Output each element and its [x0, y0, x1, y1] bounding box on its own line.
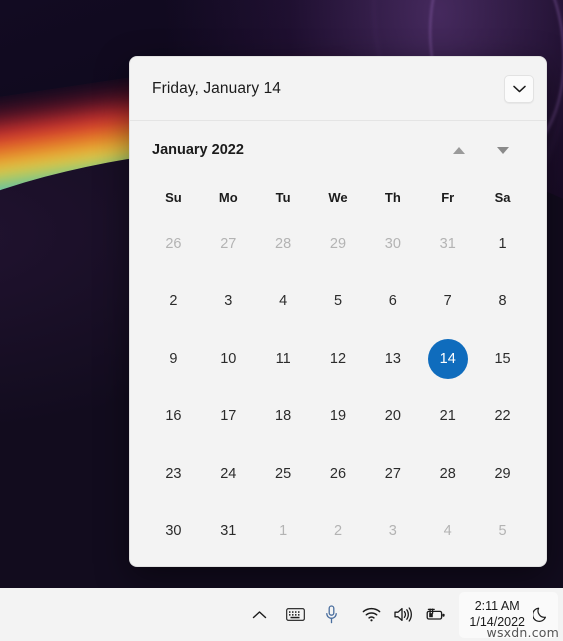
calendar-day[interactable]: 19 — [318, 396, 358, 436]
calendar-day[interactable]: 5 — [483, 511, 523, 551]
calendar-day[interactable]: 16 — [153, 396, 193, 436]
calendar-day[interactable]: 30 — [373, 224, 413, 264]
month-year-label[interactable]: January 2022 — [152, 142, 244, 158]
calendar-day-today[interactable]: 14 — [427, 338, 468, 379]
calendar-week-row: 2345678 — [146, 273, 530, 331]
calendar-day[interactable]: 5 — [318, 281, 358, 321]
expand-collapse-button[interactable] — [504, 74, 534, 103]
triangle-down-icon — [497, 146, 509, 154]
taskbar: 2:11 AM 1/14/2022 — [0, 588, 563, 641]
calendar-day[interactable]: 31 — [208, 511, 248, 551]
calendar-day[interactable]: 27 — [373, 454, 413, 494]
weekday-header-we: We — [328, 189, 348, 205]
previous-month-button[interactable] — [446, 137, 472, 163]
calendar-day[interactable]: 28 — [428, 454, 468, 494]
calendar-week-row: 30 31 1 2 3 4 5 — [146, 503, 530, 561]
microphone-icon — [325, 605, 338, 624]
weekday-header-fr: Fr — [441, 189, 455, 205]
chevron-up-icon — [252, 610, 267, 620]
network-button[interactable] — [355, 595, 387, 635]
calendar-day[interactable]: 1 — [483, 224, 523, 264]
keyboard-icon — [286, 608, 305, 621]
weekday-header-tu: Tu — [275, 189, 291, 205]
weekday-header-mo: Mo — [218, 189, 238, 205]
calendar-day[interactable]: 17 — [208, 396, 248, 436]
calendar-day[interactable]: 21 — [428, 396, 468, 436]
calendar-day[interactable]: 23 — [153, 454, 193, 494]
calendar-day[interactable]: 12 — [318, 339, 358, 379]
weekday-header-th: Th — [384, 189, 401, 205]
next-month-button[interactable] — [490, 137, 516, 163]
calendar-day[interactable]: 6 — [373, 281, 413, 321]
speaker-icon — [394, 607, 413, 622]
touch-keyboard-button[interactable] — [279, 595, 311, 635]
calendar-grid: 26 27 28 29 30 31 1 2 3 4 5 6 7 8 9 10 11 12 13 14 15 16 17 18 1… — [146, 215, 530, 560]
crescent-moon-icon[interactable] — [533, 606, 550, 623]
triangle-up-icon — [453, 146, 465, 154]
calendar-week-row: 26 27 28 29 30 31 1 — [146, 215, 530, 273]
battery-charging-icon — [424, 607, 447, 623]
current-date-label: Friday, January 14 — [152, 79, 282, 97]
clock-time: 2:11 AM — [474, 598, 520, 613]
calendar-day[interactable]: 7 — [428, 281, 468, 321]
calendar-day[interactable]: 31 — [428, 224, 468, 264]
calendar-flyout: Friday, January 14 January 2022 Su Mo Tu… — [129, 56, 547, 567]
calendar-day[interactable]: 26 — [153, 224, 193, 264]
calendar-day[interactable]: 10 — [208, 339, 248, 379]
calendar-day[interactable]: 9 — [153, 339, 193, 379]
calendar-day[interactable]: 25 — [263, 454, 303, 494]
battery-button[interactable] — [419, 595, 451, 635]
calendar-day[interactable]: 29 — [318, 224, 358, 264]
calendar-week-row: 9 10 11 12 13 14 15 — [146, 330, 530, 388]
calendar-day[interactable]: 27 — [208, 224, 248, 264]
calendar-day[interactable]: 3 — [373, 511, 413, 551]
chevron-down-icon — [512, 85, 526, 93]
calendar-day[interactable]: 4 — [263, 281, 303, 321]
network-volume-battery-group[interactable] — [351, 595, 455, 635]
site-watermark: wsxdn.com — [486, 625, 559, 640]
weekday-header-sa: Sa — [494, 189, 511, 205]
calendar-week-row: 23 24 25 26 27 28 29 — [146, 445, 530, 503]
month-header-row: January 2022 — [146, 121, 530, 179]
wifi-icon — [362, 607, 381, 622]
calendar-day[interactable]: 4 — [428, 511, 468, 551]
calendar-day[interactable]: 8 — [483, 281, 523, 321]
flyout-header: Friday, January 14 — [130, 57, 546, 121]
calendar-day[interactable]: 26 — [318, 454, 358, 494]
calendar-day[interactable]: 11 — [263, 339, 303, 379]
weekday-header-su: Su — [165, 189, 182, 205]
calendar-day[interactable]: 22 — [483, 396, 523, 436]
calendar-day[interactable]: 13 — [373, 339, 413, 379]
calendar-day[interactable]: 28 — [263, 224, 303, 264]
calendar-day[interactable]: 24 — [208, 454, 248, 494]
calendar-week-row: 16 17 18 19 20 21 22 — [146, 388, 530, 446]
volume-button[interactable] — [387, 595, 419, 635]
screen: Friday, January 14 January 2022 Su Mo Tu… — [0, 0, 563, 641]
calendar-body: January 2022 Su Mo Tu We Th Fr Sa 26 27 28 29 30 31… — [130, 121, 546, 566]
calendar-day[interactable]: 2 — [153, 281, 193, 321]
calendar-day[interactable]: 29 — [483, 454, 523, 494]
weekday-header-row: Su Mo Tu We Th Fr Sa — [146, 179, 530, 215]
calendar-day[interactable]: 1 — [263, 511, 303, 551]
calendar-day[interactable]: 15 — [483, 339, 523, 379]
microphone-button[interactable] — [315, 595, 347, 635]
show-hidden-icons-button[interactable] — [243, 595, 275, 635]
calendar-day[interactable]: 30 — [153, 511, 193, 551]
calendar-day[interactable]: 18 — [263, 396, 303, 436]
month-navigation — [446, 137, 530, 163]
calendar-day[interactable]: 20 — [373, 396, 413, 436]
calendar-day[interactable]: 2 — [318, 511, 358, 551]
calendar-day[interactable]: 3 — [208, 281, 248, 321]
